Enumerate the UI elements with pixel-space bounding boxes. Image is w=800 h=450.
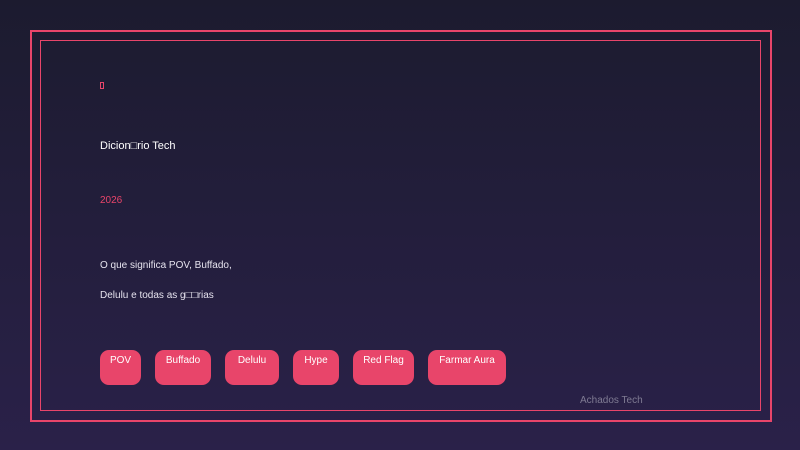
page-title: Dicion□rio Tech bbox=[100, 140, 176, 152]
description-line-2: Delulu e todas as g□□rias bbox=[100, 290, 214, 301]
brand-label: Achados Tech bbox=[580, 395, 643, 406]
description-line-1: O que significa POV, Buffado, bbox=[100, 260, 232, 271]
tag-hype[interactable]: Hype bbox=[293, 350, 339, 385]
sparkle-icon bbox=[100, 82, 104, 89]
tag-red-flag[interactable]: Red Flag bbox=[353, 350, 414, 385]
tag-pov[interactable]: POV bbox=[100, 350, 141, 385]
tag-delulu[interactable]: Delulu bbox=[225, 350, 279, 385]
year-label: 2026 bbox=[100, 195, 123, 206]
tag-farmar-aura[interactable]: Farmar Aura bbox=[428, 350, 506, 385]
tag-buffado[interactable]: Buffado bbox=[155, 350, 211, 385]
